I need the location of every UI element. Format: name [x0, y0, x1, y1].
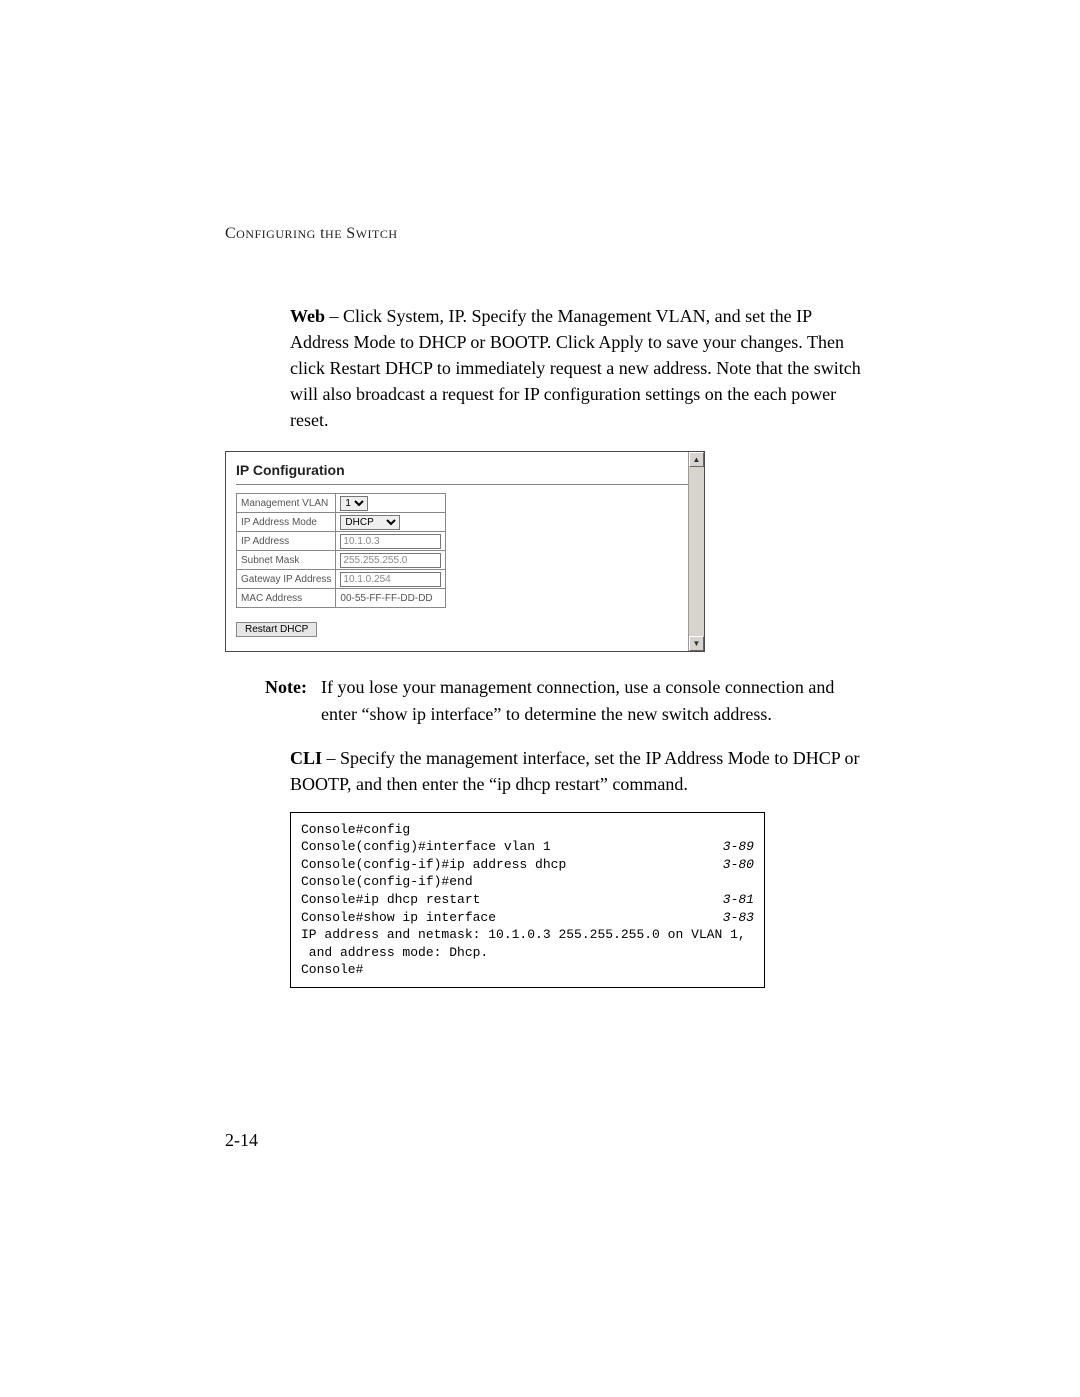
mode-select[interactable]: DHCP	[340, 515, 400, 530]
gw-cell	[336, 570, 446, 589]
page-content: CONFIGURING tHE SWITCH // placeholder – …	[225, 225, 865, 988]
mode-label: IP Address Mode	[237, 513, 336, 532]
mac-value: 00-55-FF-FF-DD-DD	[336, 589, 446, 608]
web-lead: Web	[290, 306, 325, 326]
ip-label: IP Address	[237, 532, 336, 551]
scroll-up-icon[interactable]: ▲	[689, 452, 704, 467]
mask-cell	[336, 551, 446, 570]
cli-ref: 3-80	[723, 856, 754, 874]
cli-lead: CLI	[290, 748, 322, 768]
mgmt-vlan-select[interactable]: 1	[340, 496, 368, 511]
cli-paragraph: CLI – Specify the management interface, …	[290, 745, 865, 797]
table-row: Management VLAN 1	[237, 494, 446, 513]
table-row: Subnet Mask	[237, 551, 446, 570]
ip-input[interactable]	[340, 534, 441, 549]
note-block: Note: If you lose your management connec…	[265, 674, 865, 726]
mgmt-vlan-cell: 1	[336, 494, 446, 513]
cli-ref: 3-83	[723, 909, 754, 927]
page-number: 2-14	[225, 1130, 258, 1151]
config-table: Management VLAN 1 IP Address Mode DHCP I…	[236, 493, 446, 608]
web-paragraph: Web – Click System, IP. Specify the Mana…	[290, 303, 865, 433]
web-text: – Click System, IP. Specify the Manageme…	[290, 306, 861, 430]
restart-dhcp-button[interactable]: Restart DHCP	[236, 622, 317, 637]
table-row: IP Address Mode DHCP	[237, 513, 446, 532]
cli-line: Console#	[301, 961, 363, 979]
table-row: MAC Address 00-55-FF-FF-DD-DD	[237, 589, 446, 608]
cli-listing: Console#config Console(config)#interface…	[290, 812, 765, 988]
note-text: If you lose your management connection, …	[321, 674, 865, 726]
table-row: Gateway IP Address	[237, 570, 446, 589]
scrollbar[interactable]: ▲ ▼	[688, 452, 704, 651]
cli-ref: 3-89	[723, 838, 754, 856]
cli-line: Console#show ip interface	[301, 909, 496, 927]
cli-line: and address mode: Dhcp.	[301, 944, 488, 962]
note-label: Note:	[265, 674, 321, 726]
cli-line: Console(config)#interface vlan 1	[301, 838, 551, 856]
scroll-down-icon[interactable]: ▼	[689, 636, 704, 651]
running-header: CONFIGURING tHE SWITCH	[225, 225, 865, 243]
cli-line: IP address and netmask: 10.1.0.3 255.255…	[301, 926, 746, 944]
mode-cell: DHCP	[336, 513, 446, 532]
gw-input[interactable]	[340, 572, 441, 587]
ip-config-screenshot: IP Configuration Management VLAN 1 IP Ad…	[225, 451, 705, 652]
table-row: IP Address	[237, 532, 446, 551]
mask-label: Subnet Mask	[237, 551, 336, 570]
gw-label: Gateway IP Address	[237, 570, 336, 589]
cli-ref: 3-81	[723, 891, 754, 909]
cli-line: Console(config-if)#ip address dhcp	[301, 856, 566, 874]
mac-label: MAC Address	[237, 589, 336, 608]
cli-line: Console(config-if)#end	[301, 873, 473, 891]
ip-cell	[336, 532, 446, 551]
cli-line: Console#ip dhcp restart	[301, 891, 480, 909]
mask-input[interactable]	[340, 553, 441, 568]
panel-title: IP Configuration	[236, 462, 694, 485]
cli-text: – Specify the management interface, set …	[290, 748, 860, 794]
mgmt-vlan-label: Management VLAN	[237, 494, 336, 513]
cli-line: Console#config	[301, 821, 410, 839]
